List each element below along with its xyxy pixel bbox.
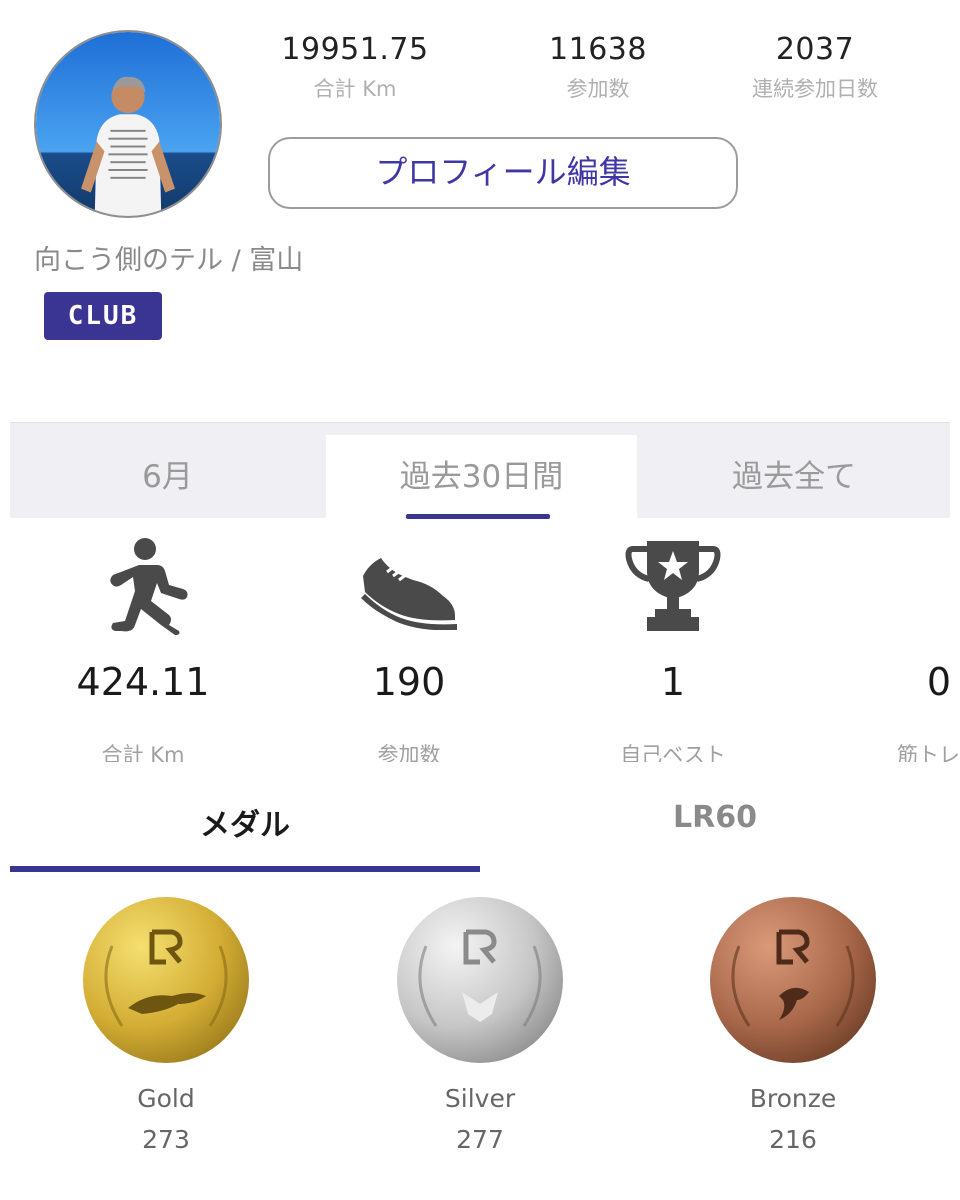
stat-label: 合計 Km	[313, 77, 397, 101]
stat-label: 連続参加日数	[752, 77, 878, 101]
trophy-icon	[542, 530, 804, 640]
period-tabs: 6月 過去30日間 過去全て	[10, 422, 950, 519]
tab-last-30-days[interactable]: 過去30日間	[326, 435, 637, 519]
muscle-arm-icon	[808, 530, 960, 640]
stat-label: 参加数	[566, 77, 630, 101]
metric-value: 1	[660, 660, 686, 704]
profile-stats: 19951.75 合計 Km 11638 参加数 2037 連続参加日数	[250, 32, 950, 112]
medal-count: 277	[456, 1125, 504, 1154]
metrics-row: 424.11 合計 Km 190 参加数 1 自己ベスト 0 筋トレ	[0, 530, 960, 770]
metric-participations: 190 参加数	[278, 530, 540, 762]
active-tab-indicator	[406, 514, 550, 519]
stat-streak-days: 2037 連続参加日数	[710, 32, 920, 103]
medal-gold[interactable]: Gold 273	[66, 896, 266, 1154]
metric-label: 参加数	[377, 743, 441, 762]
edit-profile-button[interactable]: プロフィール編集	[268, 137, 738, 209]
sneaker-icon	[278, 530, 540, 640]
metric-value: 424.11	[76, 660, 210, 704]
medal-bronze[interactable]: Bronze 216	[693, 896, 893, 1154]
metric-personal-best: 1 自己ベスト	[542, 530, 804, 762]
username: 向こう側のテル / 富山	[34, 245, 304, 276]
active-medal-tab-indicator	[10, 866, 480, 872]
medal-count: 273	[142, 1125, 190, 1154]
club-badge: CLUB	[44, 292, 162, 340]
metric-label: 筋トレ参	[897, 743, 960, 762]
stat-value: 19951.75	[281, 32, 429, 67]
medal-name: Gold	[137, 1084, 195, 1113]
stat-total-km: 19951.75 合計 Km	[250, 32, 460, 103]
medal-silver[interactable]: Silver 277	[380, 896, 580, 1154]
tab-lr60[interactable]: LR60	[480, 800, 950, 848]
silver-medal-icon	[397, 897, 563, 1063]
metric-value: 190	[372, 660, 446, 704]
tab-medals[interactable]: メダル	[10, 800, 480, 848]
medal-name: Bronze	[749, 1084, 837, 1113]
metric-label: 自己ベスト	[620, 743, 726, 762]
metric-strength-training: 0 筋トレ参	[808, 530, 960, 762]
gold-medal-icon	[83, 897, 249, 1063]
stat-value: 11638	[549, 32, 647, 67]
avatar[interactable]	[34, 30, 222, 218]
tab-month[interactable]: 6月	[10, 423, 325, 519]
metric-total-km: 424.11 合計 Km	[12, 530, 274, 762]
metric-value: 0	[926, 660, 952, 704]
running-person-icon	[12, 530, 274, 640]
avatar-photo	[36, 32, 220, 216]
stat-value: 2037	[775, 32, 855, 67]
metric-label: 合計 Km	[101, 743, 185, 762]
medal-name: Silver	[444, 1084, 516, 1113]
bronze-medal-icon	[710, 897, 876, 1063]
tab-all-time[interactable]: 過去全て	[638, 423, 950, 519]
medal-count: 216	[769, 1125, 817, 1154]
stat-participations: 11638 参加数	[493, 32, 703, 103]
